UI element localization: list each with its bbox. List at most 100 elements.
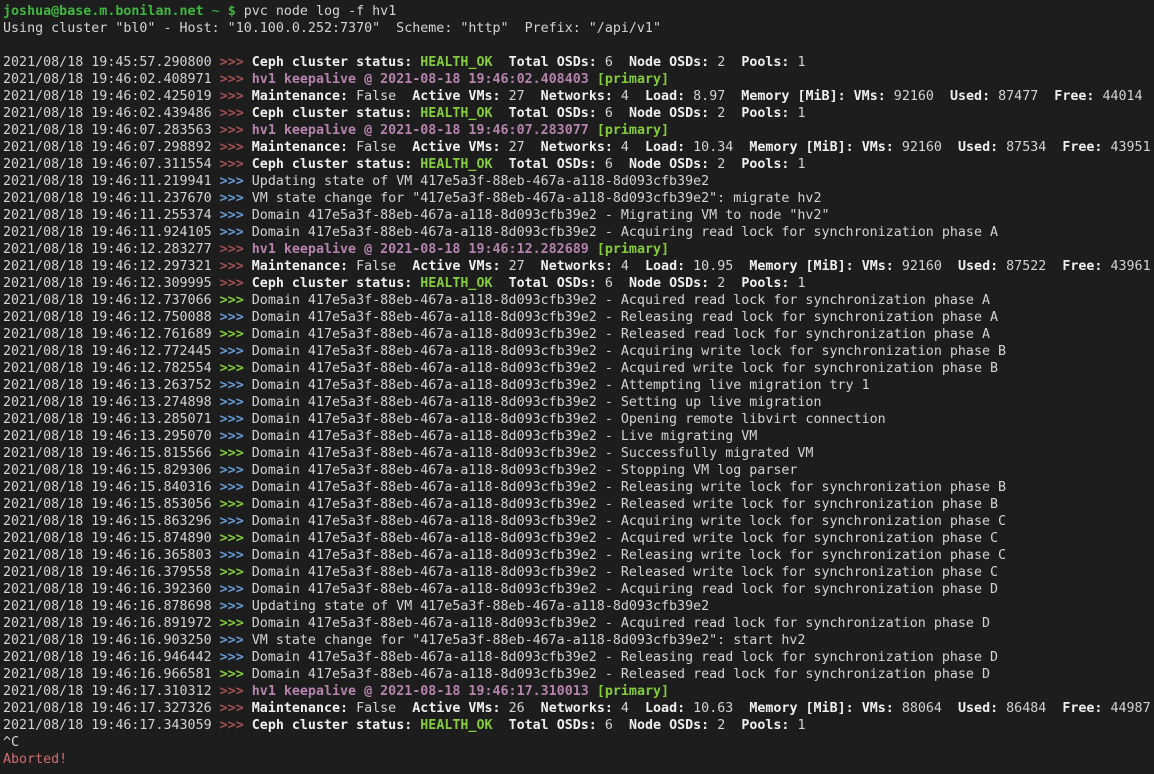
log-marker: >>> <box>220 191 252 206</box>
log-line-keepalive: 2021/08/18 19:46:17.310312 >>> hv1 keepa… <box>3 683 1154 700</box>
log-line-vm-event: 2021/08/18 19:46:15.829306 >>> Domain 41… <box>3 462 1154 479</box>
field-label: Free: <box>1062 701 1102 716</box>
log-marker: >>> <box>220 599 252 614</box>
timestamp: 2021/08/18 19:46:07.298892 <box>3 140 220 155</box>
field-label: Memory [MiB]: <box>749 259 853 274</box>
timestamp: 2021/08/18 19:46:17.310312 <box>3 684 220 699</box>
primary-badge: [primary] <box>597 72 669 87</box>
log-text: Domain 417e5a3f-88eb-467a-a118-8d093cfb3… <box>252 616 990 631</box>
keepalive-message: hv1 keepalive @ 2021-08-18 19:46:07.2830… <box>252 123 589 138</box>
log-marker: >>> <box>220 259 252 274</box>
log-marker: >>> <box>220 395 252 410</box>
log-marker: >>> <box>220 72 252 87</box>
field-value: 1 <box>789 276 805 291</box>
field-value: 27 <box>501 140 541 155</box>
log-text: Domain 417e5a3f-88eb-467a-a118-8d093cfb3… <box>252 361 998 376</box>
field-label: Ceph cluster status: <box>252 718 412 733</box>
log-marker: >>> <box>220 667 252 682</box>
field-value <box>493 276 509 291</box>
log-marker: >>> <box>220 157 252 172</box>
log-marker: >>> <box>220 208 252 223</box>
field-value: 92160 <box>894 140 958 155</box>
log-marker: >>> <box>220 616 252 631</box>
field-value <box>846 89 854 104</box>
timestamp: 2021/08/18 19:46:02.408971 <box>3 72 220 87</box>
log-line-keepalive: 2021/08/18 19:46:12.283277 >>> hv1 keepa… <box>3 241 1154 258</box>
field-label: Maintenance: <box>252 140 348 155</box>
field-label: Networks: <box>541 140 613 155</box>
timestamp: 2021/08/18 19:46:07.283563 <box>3 123 220 138</box>
timestamp: 2021/08/18 19:46:11.924105 <box>3 225 220 240</box>
log-text: Domain 417e5a3f-88eb-467a-a118-8d093cfb3… <box>252 395 822 410</box>
field-value: False <box>348 140 412 155</box>
log-marker: >>> <box>220 684 252 699</box>
log-line-vm-event: 2021/08/18 19:46:15.853056 >>> Domain 41… <box>3 496 1154 513</box>
log-marker: >>> <box>220 514 252 529</box>
health-status: HEALTH_OK <box>420 718 492 733</box>
timestamp: 2021/08/18 19:46:17.343059 <box>3 718 220 733</box>
log-marker: >>> <box>220 429 252 444</box>
timestamp: 2021/08/18 19:46:15.874890 <box>3 531 220 546</box>
log-marker: >>> <box>220 378 252 393</box>
field-value: 44987 <box>1102 701 1150 716</box>
log-marker: >>> <box>220 633 252 648</box>
field-label: Pools: <box>741 55 789 70</box>
field-value: 8.97 <box>685 89 741 104</box>
terminal-screen[interactable]: joshua@base.m.bonilan.net ~ $ pvc node l… <box>0 0 1154 774</box>
log-line-node-status: 2021/08/18 19:46:17.327326 >>> Maintenan… <box>3 700 1154 717</box>
field-label: Total OSDs: <box>509 276 597 291</box>
log-marker: >>> <box>220 497 252 512</box>
field-label: Node OSDs: <box>629 55 709 70</box>
field-value: 86484 <box>998 701 1062 716</box>
field-label: Maintenance: <box>252 701 348 716</box>
field-label: Load: <box>645 259 685 274</box>
log-line-vm-event: 2021/08/18 19:46:11.255374 >>> Domain 41… <box>3 207 1154 224</box>
field-value: 1 <box>789 157 805 172</box>
field-label: Ceph cluster status: <box>252 55 412 70</box>
timestamp: 2021/08/18 19:46:13.285071 <box>3 412 220 427</box>
log-marker: >>> <box>220 463 252 478</box>
log-line-keepalive: 2021/08/18 19:46:07.283563 >>> hv1 keepa… <box>3 122 1154 139</box>
field-label: Active VMs: <box>412 140 500 155</box>
cluster-info-line: Using cluster "bl0" - Host: "10.100.0.25… <box>3 20 1154 37</box>
field-value: 6 <box>597 55 629 70</box>
log-marker: >>> <box>220 174 252 189</box>
field-value: 6 <box>597 718 629 733</box>
log-line-vm-event: 2021/08/18 19:46:12.782554 >>> Domain 41… <box>3 360 1154 377</box>
field-value: 10.63 <box>685 701 749 716</box>
log-line-vm-event: 2021/08/18 19:46:13.274898 >>> Domain 41… <box>3 394 1154 411</box>
timestamp: 2021/08/18 19:46:16.966581 <box>3 667 220 682</box>
log-line-ceph-status: 2021/08/18 19:46:02.439486 >>> Ceph clus… <box>3 105 1154 122</box>
log-text <box>220 4 228 19</box>
field-value: 2 <box>709 55 741 70</box>
field-label: VMs: <box>862 701 894 716</box>
log-line-vm-event: 2021/08/18 19:46:12.737066 >>> Domain 41… <box>3 292 1154 309</box>
log-text: Domain 417e5a3f-88eb-467a-a118-8d093cfb3… <box>252 514 1006 529</box>
log-marker: >>> <box>220 140 252 155</box>
field-label: Node OSDs: <box>629 157 709 172</box>
timestamp: 2021/08/18 19:46:16.392360 <box>3 582 220 597</box>
field-label: Active VMs: <box>412 259 500 274</box>
field-label: Used: <box>950 89 990 104</box>
log-text <box>589 72 597 87</box>
prompt-cwd: ~ <box>212 4 220 19</box>
field-value: 92160 <box>894 259 958 274</box>
field-label: Used: <box>958 259 998 274</box>
log-line-vm-event: 2021/08/18 19:46:15.815566 >>> Domain 41… <box>3 445 1154 462</box>
field-value: 6 <box>597 106 629 121</box>
timestamp: 2021/08/18 19:46:15.815566 <box>3 446 220 461</box>
log-line-vm-event: 2021/08/18 19:46:15.874890 >>> Domain 41… <box>3 530 1154 547</box>
field-value: 6 <box>597 157 629 172</box>
log-line-vm-event: 2021/08/18 19:46:16.379558 >>> Domain 41… <box>3 564 1154 581</box>
field-value <box>493 157 509 172</box>
log-text: Domain 417e5a3f-88eb-467a-a118-8d093cfb3… <box>252 327 990 342</box>
field-label: Load: <box>645 140 685 155</box>
log-text: Domain 417e5a3f-88eb-467a-a118-8d093cfb3… <box>252 548 1006 563</box>
field-label: Used: <box>958 140 998 155</box>
field-value <box>854 259 862 274</box>
log-line-vm-event: 2021/08/18 19:46:15.863296 >>> Domain 41… <box>3 513 1154 530</box>
timestamp: 2021/08/18 19:46:16.365803 <box>3 548 220 563</box>
field-value: 10.34 <box>685 140 749 155</box>
timestamp: 2021/08/18 19:46:16.903250 <box>3 633 220 648</box>
field-value: 1 <box>789 106 805 121</box>
